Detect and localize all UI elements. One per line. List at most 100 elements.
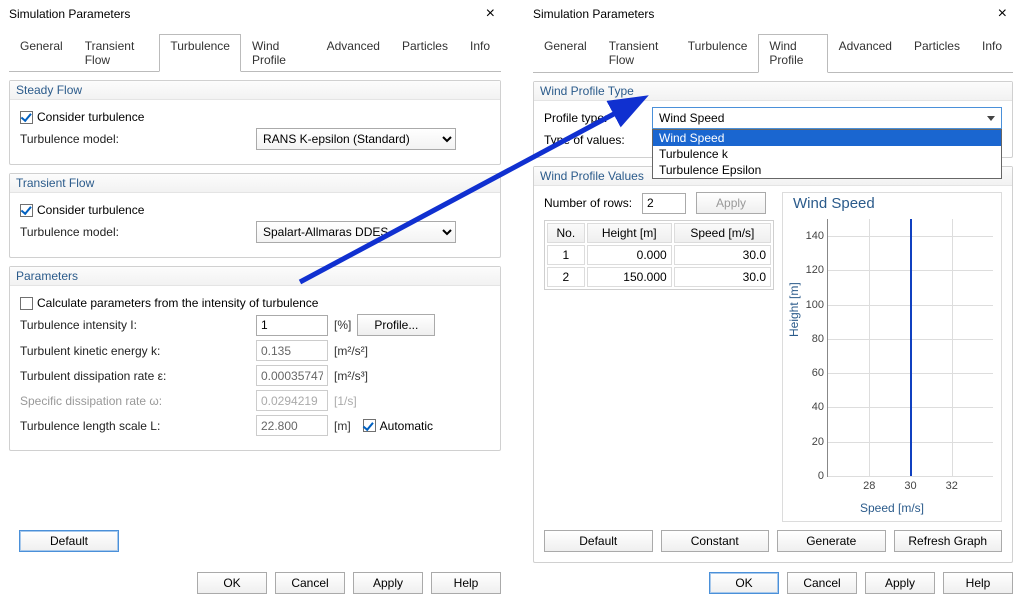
help-button[interactable]: Help	[431, 572, 501, 594]
consider-turbulence-checkbox-steady[interactable]: Consider turbulence	[20, 110, 144, 124]
cancel-button[interactable]: Cancel	[787, 572, 857, 594]
tab-general[interactable]: General	[533, 34, 598, 73]
intensity-input[interactable]	[256, 315, 328, 336]
ok-button[interactable]: OK	[197, 572, 267, 594]
steady-flow-group: Steady Flow Consider turbulence Turbulen…	[9, 80, 501, 165]
tab-wind-profile[interactable]: Wind Profile	[758, 34, 827, 73]
group-legend: Wind Profile Type	[534, 82, 1012, 101]
th-height: Height [m]	[587, 223, 672, 243]
checkbox-icon	[20, 204, 33, 217]
apply-rows-button[interactable]: Apply	[696, 192, 766, 214]
tab-turbulence[interactable]: Turbulence	[159, 34, 241, 72]
close-icon[interactable]: ×	[992, 5, 1013, 23]
length-scale-label: Turbulence length scale L:	[20, 419, 250, 433]
checkbox-icon	[363, 419, 376, 432]
length-scale-input	[256, 415, 328, 436]
profile-type-dropdown[interactable]: Wind Speed Turbulence k Turbulence Epsil…	[652, 129, 1002, 179]
tab-general[interactable]: General	[9, 34, 74, 72]
omega-input	[256, 390, 328, 411]
x-tick: 28	[863, 480, 875, 492]
th-no: No.	[547, 223, 585, 243]
k-input	[256, 340, 328, 361]
titlebar: Simulation Parameters ×	[1, 1, 509, 25]
turbulence-model-label: Turbulence model:	[20, 132, 250, 146]
cell-speed[interactable]: 30.0	[674, 267, 771, 287]
y-tick: 40	[794, 401, 824, 413]
refresh-graph-button[interactable]: Refresh Graph	[894, 530, 1003, 552]
th-speed: Speed [m/s]	[674, 223, 771, 243]
cell-speed[interactable]: 30.0	[674, 245, 771, 265]
table-row[interactable]: 2 150.000 30.0	[547, 267, 771, 287]
ok-button[interactable]: OK	[709, 572, 779, 594]
turbulence-model-steady[interactable]: RANS K-epsilon (Standard)	[256, 128, 456, 150]
apply-button[interactable]: Apply	[865, 572, 935, 594]
num-rows-label: Number of rows:	[544, 196, 632, 210]
num-rows-input[interactable]	[642, 193, 686, 214]
dialog-right-wind-profile: Simulation Parameters × General Transien…	[524, 0, 1022, 605]
wind-speed-chart: Wind Speed Height [m] 020406080100120140…	[782, 192, 1002, 522]
group-legend: Parameters	[10, 267, 500, 286]
type-of-values-label: Type of values:	[544, 133, 644, 147]
default-button[interactable]: Default	[19, 530, 119, 552]
x-axis-label: Speed [m/s]	[783, 501, 1001, 515]
help-button[interactable]: Help	[943, 572, 1013, 594]
tab-wind-profile[interactable]: Wind Profile	[241, 34, 316, 72]
profile-button[interactable]: Profile...	[357, 314, 435, 336]
tab-particles[interactable]: Particles	[391, 34, 459, 72]
unit-label: [m]	[334, 419, 351, 433]
parameters-group: Parameters Calculate parameters from the…	[9, 266, 501, 451]
default-button[interactable]: Default	[544, 530, 653, 552]
y-tick: 100	[794, 299, 824, 311]
dropdown-option-turbulence-epsilon[interactable]: Turbulence Epsilon	[653, 162, 1001, 178]
checkbox-label: Automatic	[380, 419, 433, 433]
transient-flow-group: Transient Flow Consider turbulence Turbu…	[9, 173, 501, 258]
x-tick: 32	[946, 480, 958, 492]
checkbox-icon	[20, 297, 33, 310]
cell-height[interactable]: 0.000	[587, 245, 672, 265]
cancel-button[interactable]: Cancel	[275, 572, 345, 594]
checkbox-icon	[20, 111, 33, 124]
eps-label: Turbulent dissipation rate ε:	[20, 369, 250, 383]
table-row[interactable]: 1 0.000 30.0	[547, 245, 771, 265]
tab-turbulence[interactable]: Turbulence	[677, 34, 759, 73]
close-icon[interactable]: ×	[480, 5, 501, 23]
chevron-down-icon	[987, 116, 995, 121]
constant-button[interactable]: Constant	[661, 530, 770, 552]
y-tick: 80	[794, 333, 824, 345]
tab-transient-flow[interactable]: Transient Flow	[598, 34, 677, 73]
cell-no: 1	[547, 245, 585, 265]
apply-button[interactable]: Apply	[353, 572, 423, 594]
tab-advanced[interactable]: Advanced	[316, 34, 391, 72]
wind-profile-type-group: Wind Profile Type Profile type: Wind Spe…	[533, 81, 1013, 158]
turbulence-model-transient[interactable]: Spalart-Allmaras DDES	[256, 221, 456, 243]
unit-label: [m²/s³]	[334, 369, 368, 383]
x-tick: 30	[904, 480, 916, 492]
calc-from-intensity-checkbox[interactable]: Calculate parameters from the intensity …	[20, 296, 318, 310]
turbulence-model-label: Turbulence model:	[20, 225, 250, 239]
generate-button[interactable]: Generate	[777, 530, 886, 552]
tab-transient-flow[interactable]: Transient Flow	[74, 34, 160, 72]
cell-no: 2	[547, 267, 585, 287]
tab-info[interactable]: Info	[971, 34, 1013, 73]
automatic-checkbox[interactable]: Automatic	[363, 419, 433, 433]
tab-particles[interactable]: Particles	[903, 34, 971, 73]
intensity-label: Turbulence intensity I:	[20, 318, 250, 332]
profile-type-select[interactable]: Wind Speed	[652, 107, 1002, 129]
y-tick: 140	[794, 230, 824, 242]
eps-input	[256, 365, 328, 386]
y-tick: 0	[794, 470, 824, 482]
dropdown-option-wind-speed[interactable]: Wind Speed	[653, 130, 1001, 146]
table-header-row: No. Height [m] Speed [m/s]	[547, 223, 771, 243]
chart-series-line	[910, 219, 912, 476]
dropdown-option-turbulence-k[interactable]: Turbulence k	[653, 146, 1001, 162]
unit-label: [1/s]	[334, 394, 357, 408]
y-tick: 20	[794, 436, 824, 448]
dialog-left-turbulence: Simulation Parameters × General Transien…	[0, 0, 510, 605]
chart-title: Wind Speed	[783, 193, 1001, 212]
cell-height[interactable]: 150.000	[587, 267, 672, 287]
tab-advanced[interactable]: Advanced	[828, 34, 903, 73]
select-value: Wind Speed	[659, 111, 724, 125]
tab-info[interactable]: Info	[459, 34, 501, 72]
titlebar: Simulation Parameters ×	[525, 1, 1021, 25]
consider-turbulence-checkbox-transient[interactable]: Consider turbulence	[20, 203, 144, 217]
